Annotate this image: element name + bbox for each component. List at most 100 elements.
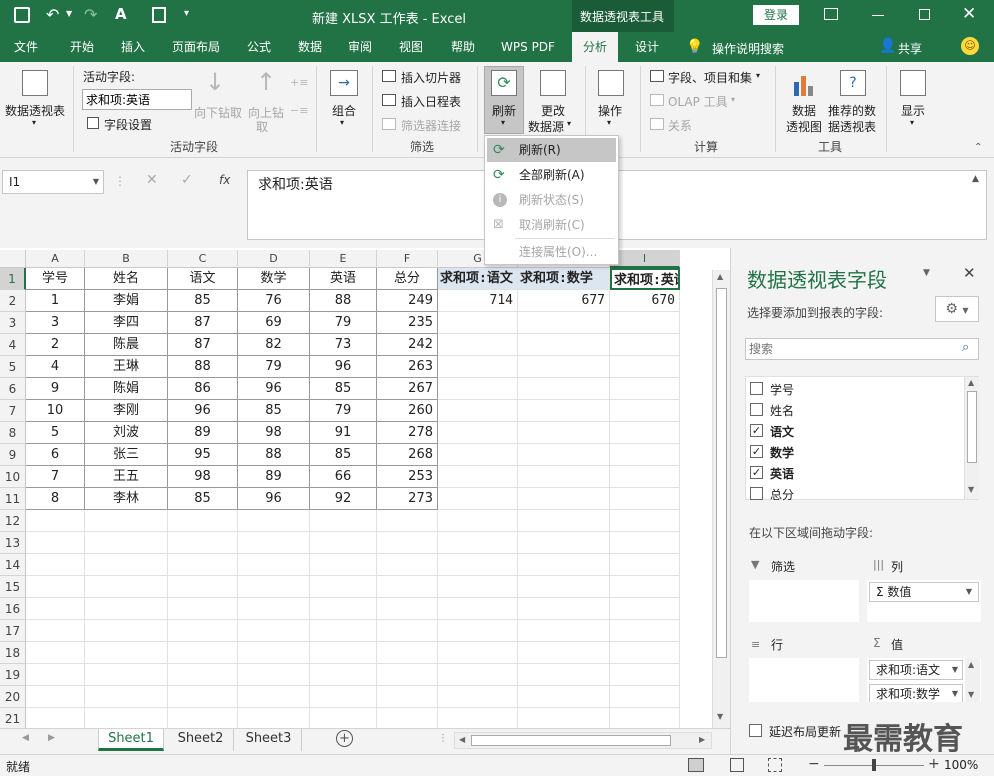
cell[interactable]: 235 [377, 312, 438, 334]
cell[interactable]: 273 [377, 488, 438, 510]
cell[interactable] [238, 686, 310, 708]
minimize-icon[interactable] [872, 15, 884, 16]
cell[interactable]: 4 [26, 356, 85, 378]
cell[interactable]: 89 [238, 466, 310, 488]
smiley-icon[interactable]: ☺ [961, 37, 979, 55]
cell[interactable]: 5 [26, 422, 85, 444]
field-scroll-up-icon[interactable]: ▲ [968, 378, 974, 387]
active-field-input[interactable] [82, 89, 192, 110]
share-button[interactable]: 共享 [898, 40, 922, 57]
cell[interactable] [518, 510, 610, 532]
menu-item-cancel-refresh[interactable]: ⊠ 取消刷新(C) [487, 213, 616, 237]
customize-qat-icon[interactable]: ▾ [184, 8, 189, 19]
cell[interactable]: 求和项:数学 [518, 268, 610, 290]
cell[interactable]: 姓名 [85, 268, 168, 290]
cell[interactable] [168, 642, 238, 664]
cell[interactable] [85, 686, 168, 708]
sheet-tab-sheet3[interactable]: Sheet3 [236, 729, 302, 751]
cell[interactable] [238, 576, 310, 598]
tab-split-icon[interactable]: ⋮ [438, 733, 448, 744]
pivotchart-button-line2[interactable]: 透视图 [786, 118, 822, 135]
cell[interactable] [610, 488, 680, 510]
cell[interactable]: 69 [238, 312, 310, 334]
columns-item-values[interactable]: Σ 数值 ▼ [869, 582, 979, 602]
cell[interactable]: 李林 [85, 488, 168, 510]
actions-button[interactable]: 操作 [598, 102, 622, 119]
group-icon[interactable]: → [330, 70, 358, 96]
group-button[interactable]: 组合 [332, 102, 356, 119]
field-list-settings-button[interactable]: ⚙ ▼ [935, 296, 979, 322]
cell[interactable] [518, 356, 610, 378]
cell[interactable] [518, 400, 610, 422]
cell[interactable] [438, 532, 518, 554]
cell[interactable] [377, 510, 438, 532]
scroll-right-icon[interactable]: ▶ [699, 735, 705, 744]
cell[interactable] [168, 708, 238, 728]
cell[interactable] [610, 664, 680, 686]
cell[interactable] [377, 554, 438, 576]
cell[interactable] [377, 686, 438, 708]
column-header[interactable]: F [377, 250, 438, 268]
cell[interactable]: 73 [310, 334, 377, 356]
columns-drop-area[interactable]: Σ 数值 ▼ [867, 580, 981, 622]
cell[interactable]: 249 [377, 290, 438, 312]
slicer-icon[interactable] [382, 70, 396, 82]
cell[interactable]: 刘波 [85, 422, 168, 444]
insert-function-icon[interactable]: fx [219, 173, 230, 187]
cell[interactable] [85, 532, 168, 554]
enter-icon[interactable]: ✓ [181, 172, 193, 188]
cell[interactable] [438, 422, 518, 444]
cell[interactable]: 263 [377, 356, 438, 378]
cell[interactable]: 677 [518, 290, 610, 312]
cell[interactable] [168, 686, 238, 708]
cell[interactable] [310, 620, 377, 642]
cell[interactable] [168, 510, 238, 532]
field-checkbox[interactable] [750, 487, 763, 500]
cell[interactable]: 85 [310, 378, 377, 400]
row-header[interactable]: 6 [0, 378, 26, 400]
field-checkbox[interactable] [750, 403, 763, 416]
redo-icon[interactable]: ↷ [84, 5, 97, 24]
cell[interactable] [85, 708, 168, 728]
cell[interactable]: 李娟 [85, 290, 168, 312]
column-header[interactable]: E [310, 250, 377, 268]
cell[interactable] [238, 510, 310, 532]
cell[interactable]: 王五 [85, 466, 168, 488]
field-item[interactable]: ✓ 语文 [750, 421, 950, 441]
pivotchart-icon[interactable] [792, 72, 816, 96]
cell[interactable] [26, 708, 85, 728]
scroll-down-icon[interactable]: ▼ [717, 712, 723, 721]
filter-connections-button[interactable]: 筛选器连接 [401, 117, 461, 134]
row-header[interactable]: 16 [0, 598, 26, 620]
cell[interactable]: 92 [310, 488, 377, 510]
cell[interactable]: 10 [26, 400, 85, 422]
cell[interactable]: 260 [377, 400, 438, 422]
cell[interactable] [518, 708, 610, 728]
cell[interactable] [518, 664, 610, 686]
page-layout-view-icon[interactable] [730, 758, 744, 772]
row-header[interactable]: 9 [0, 444, 26, 466]
row-header[interactable]: 11 [0, 488, 26, 510]
row-header[interactable]: 1 [0, 268, 26, 290]
select-all-button[interactable] [0, 250, 26, 268]
cell[interactable] [610, 444, 680, 466]
cell[interactable] [518, 598, 610, 620]
collapse-formula-icon[interactable]: ▲ [972, 174, 979, 184]
cell[interactable] [85, 598, 168, 620]
values-area-scrollbar[interactable]: ▲ ▼ [965, 658, 980, 702]
close-icon[interactable]: ✕ [962, 4, 976, 24]
tab-page-layout[interactable]: 页面布局 [164, 32, 228, 62]
cell[interactable] [438, 620, 518, 642]
zoom-slider-thumb[interactable] [872, 759, 876, 771]
cell[interactable] [518, 532, 610, 554]
cell[interactable] [26, 576, 85, 598]
cell[interactable]: 求和项:英语 [610, 268, 680, 290]
rows-drop-area[interactable] [749, 658, 859, 702]
maximize-icon[interactable] [919, 9, 930, 20]
cell[interactable] [518, 620, 610, 642]
menu-item-refresh[interactable]: ⟳ 刷新(R) [487, 138, 616, 162]
show-icon[interactable] [900, 70, 926, 96]
field-item[interactable]: 姓名 [750, 400, 950, 420]
cell[interactable]: 学号 [26, 268, 85, 290]
cell[interactable] [377, 642, 438, 664]
